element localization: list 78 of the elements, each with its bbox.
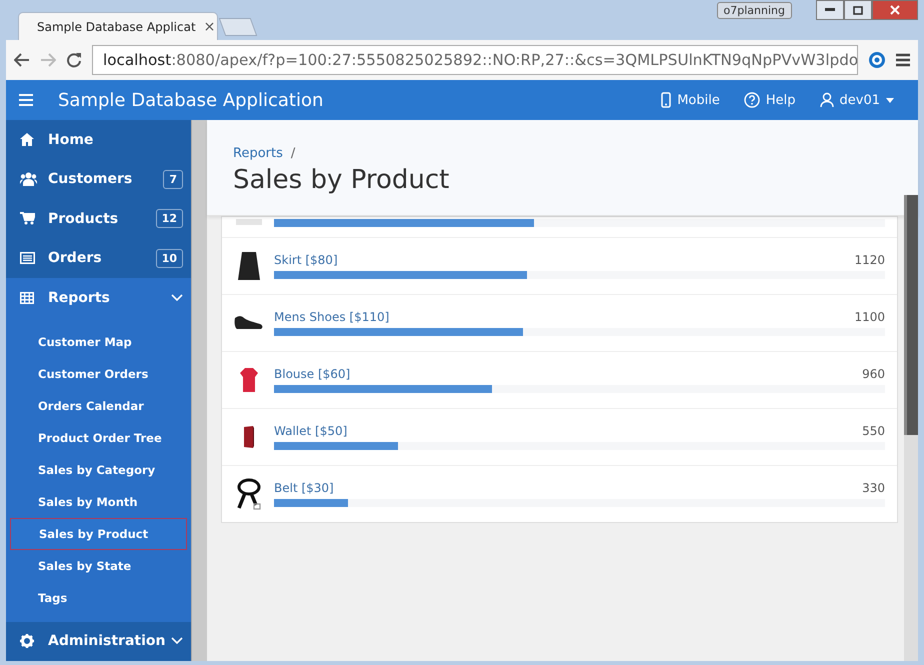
list-icon: [20, 252, 35, 264]
page-scrollbar[interactable]: [904, 195, 918, 661]
tab-close-button[interactable]: ×: [204, 18, 216, 34]
nav-link[interactable]: Help: [744, 92, 796, 108]
sidebar-item[interactable]: Customers 7: [6, 160, 191, 199]
sidebar-label: Products: [48, 210, 120, 227]
menu-icon: [19, 94, 33, 106]
url-text: localhost:8080/apex/f?p=100:27:5550825025892::NO:RP,27::&cs=3QMLPSUlnKTN9qNpPVvW3lpdo: [103, 51, 857, 69]
sidebar-item[interactable]: Products 12: [6, 199, 191, 238]
extension-icon[interactable]: [868, 51, 886, 69]
back-arrow-icon[interactable]: [14, 53, 30, 67]
sidebar-label: Home: [48, 132, 94, 148]
sidebar-subitem[interactable]: Customer Map: [10, 326, 187, 358]
users-icon: [20, 172, 37, 186]
sales-value: 550: [862, 424, 885, 438]
sidebar-subitem[interactable]: Sales by Product: [10, 518, 187, 550]
app-title[interactable]: Sample Database Application: [58, 90, 662, 110]
help-icon: [744, 92, 760, 108]
product-link[interactable]: Wallet [$50]: [274, 424, 348, 438]
address-bar[interactable]: localhost:8080/apex/f?p=100:27:5550825025892::NO:RP,27::&cs=3QMLPSUlnKTN9qNpPVvW3lpdo: [92, 45, 858, 75]
nav-link[interactable]: Mobile: [661, 92, 720, 108]
blouse-icon: [239, 367, 259, 393]
maximize-icon: [853, 6, 863, 14]
sidebar-scrollbar[interactable]: [191, 120, 207, 661]
minimize-button[interactable]: [816, 0, 844, 20]
user-icon: [820, 92, 834, 108]
sidebar-subitem[interactable]: Orders Calendar: [10, 390, 187, 422]
product-link[interactable]: Mens Shoes [$110]: [274, 310, 390, 324]
cart-icon: [20, 212, 35, 226]
sidebar-subitem[interactable]: Product Order Tree: [10, 422, 187, 454]
product-photo-icon: [236, 219, 262, 225]
breadcrumb-separator: /: [290, 146, 296, 161]
chevron-icon: [171, 637, 183, 646]
sidebar-label: Customers: [48, 171, 134, 188]
sidebar-item[interactable]: Reports: [6, 278, 191, 318]
sidebar-item[interactable]: Orders 10: [6, 238, 191, 278]
sidebar-item[interactable]: Home: [6, 120, 191, 160]
reload-icon[interactable]: [66, 52, 82, 68]
wallet-icon: [243, 425, 255, 449]
browser-tab[interactable]: Sample Database Applicat ×: [18, 12, 218, 40]
sales-value: 1100: [854, 310, 885, 324]
chevron-icon: [171, 294, 183, 302]
maximize-button[interactable]: [844, 0, 872, 20]
count-badge: 12: [156, 209, 183, 228]
page-title: Sales by Product: [233, 165, 450, 195]
sales-value: 960: [862, 367, 885, 381]
gear-icon: [20, 634, 34, 648]
sidebar-subitem[interactable]: Sales by State: [10, 550, 187, 582]
count-badge: 10: [156, 248, 183, 268]
menu-icon[interactable]: [896, 53, 910, 67]
shoe-icon: [234, 315, 264, 331]
sidebar-subitem[interactable]: Sales by Category: [10, 454, 187, 486]
home-icon: [20, 133, 34, 146]
sales-value: 330: [862, 481, 885, 495]
caret-icon: [886, 98, 894, 102]
breadcrumb-link[interactable]: Reports: [233, 146, 283, 161]
sidebar-subitem[interactable]: Sales by Month: [10, 486, 187, 518]
close-icon: [890, 5, 900, 15]
sidebar-subitem[interactable]: Tags: [10, 582, 187, 614]
sidebar-item[interactable]: Administration: [6, 622, 191, 661]
count-badge: 7: [163, 170, 183, 189]
phone-icon: [661, 92, 672, 108]
minimize-icon: [825, 8, 835, 12]
sidebar-label: Reports: [48, 290, 111, 306]
product-link[interactable]: Skirt [$80]: [274, 253, 338, 267]
belt-icon: [236, 478, 262, 510]
skirt-icon: [237, 251, 261, 281]
product-link[interactable]: Blouse [$60]: [274, 367, 350, 381]
sidebar-label: Administration: [48, 633, 166, 650]
close-window-button[interactable]: [872, 0, 918, 20]
tab-title: Sample Database Applicat: [37, 20, 196, 34]
nav-link[interactable]: dev01: [820, 92, 894, 108]
table-icon: [20, 292, 34, 304]
sidebar-label: Orders: [48, 250, 103, 266]
profile-name[interactable]: o7planning: [716, 2, 792, 19]
sales-value: 1120: [854, 253, 885, 267]
sidebar-subitem[interactable]: Customer Orders: [10, 358, 187, 390]
product-link[interactable]: Belt [$30]: [274, 481, 334, 495]
